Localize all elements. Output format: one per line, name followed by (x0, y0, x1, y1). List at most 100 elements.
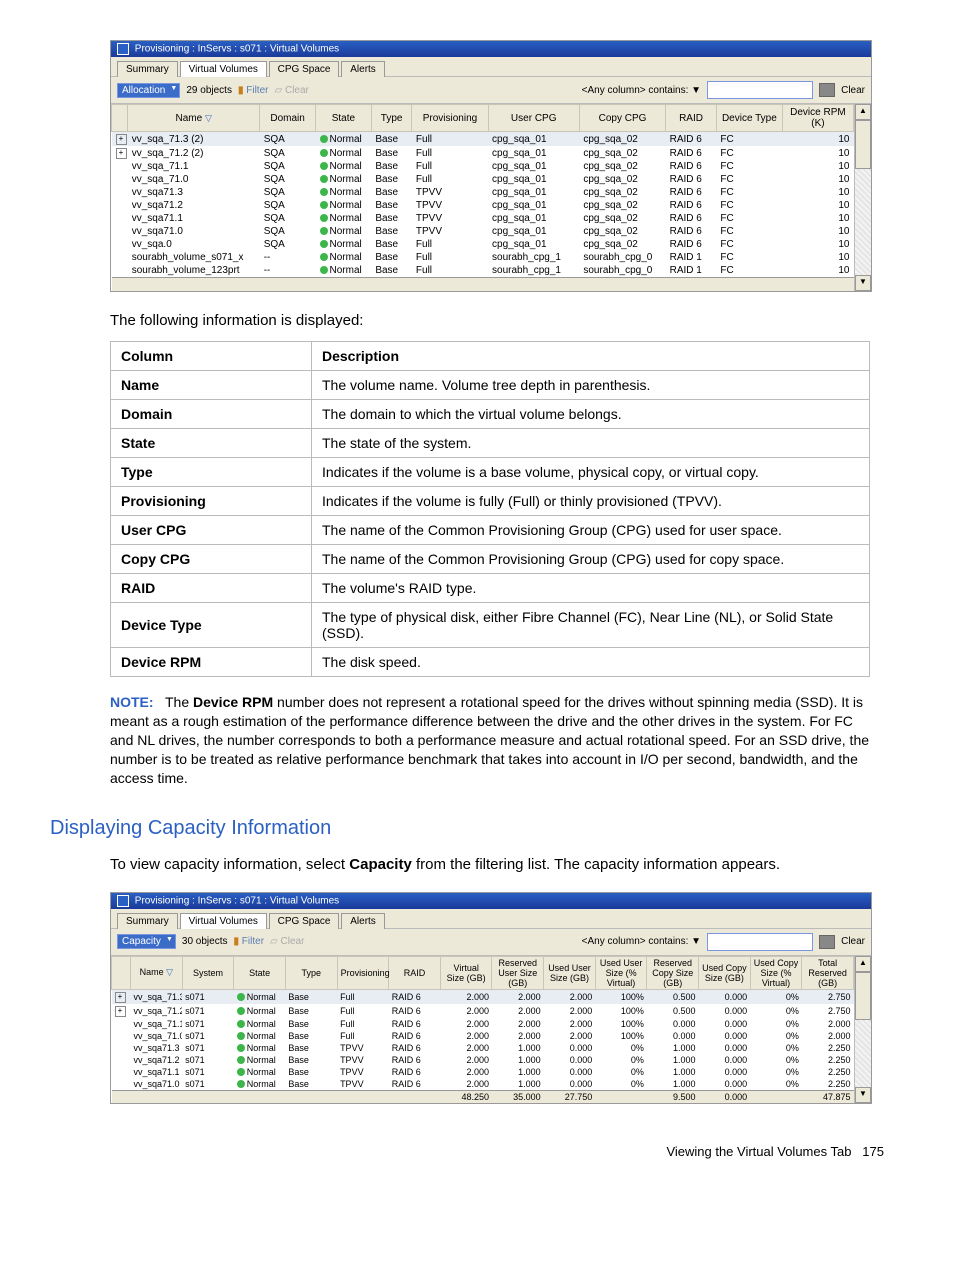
scroll-up-icon[interactable]: ▲ (855, 956, 871, 972)
desc-row: Copy CPGThe name of the Common Provision… (111, 545, 870, 574)
col-11[interactable]: Used Copy Size (GB) (699, 956, 751, 989)
table-row[interactable]: vv_sqa_71.0s071NormalBaseFullRAID 62.000… (112, 1030, 854, 1042)
filter-input-2[interactable] (707, 933, 813, 951)
scroll-down-icon[interactable]: ▼ (855, 275, 871, 291)
state-dot-icon (237, 993, 245, 1001)
tab-summary[interactable]: Summary (117, 61, 178, 77)
col-type[interactable]: Type (371, 105, 412, 132)
tab-alerts-2[interactable]: Alerts (341, 913, 385, 929)
col-user-cpg[interactable]: User CPG (488, 105, 579, 132)
capacity-panel: Provisioning : InServs : s071 : Virtual … (110, 892, 872, 1104)
table-row[interactable]: sourabh_volume_123prt--NormalBaseFullsou… (112, 264, 854, 278)
note-block: NOTE: The Device RPM number does not rep… (110, 693, 870, 787)
object-count-2: 30 objects (182, 936, 228, 947)
right-clear-2[interactable]: Clear (841, 936, 865, 947)
tab-virtual-volumes[interactable]: Virtual Volumes (180, 61, 267, 77)
allocation-table: Name ▽ Domain State Type Provisioning Us… (111, 104, 854, 291)
col-7[interactable]: Reserved User Size (GB) (492, 956, 544, 989)
col-raid[interactable]: RAID (666, 105, 717, 132)
col-0[interactable]: Name ▽ (131, 956, 183, 989)
table-row[interactable]: vv_sqa71.2SQANormalBaseTPVVcpg_sqa_01cpg… (112, 199, 854, 212)
toolbar-2: Capacity 30 objects ▮ Filter ▱ Clear <An… (111, 928, 871, 956)
scroll-thumb[interactable] (855, 120, 871, 169)
table-row[interactable]: vv_sqa_71.1s071NormalBaseFullRAID 62.000… (112, 1018, 854, 1030)
col-device-rpm[interactable]: Device RPM (K) (782, 105, 853, 132)
vertical-scrollbar[interactable]: ▲ ▼ (854, 104, 871, 291)
contains-label-2: <Any column> contains: ▼ (582, 936, 701, 947)
capacity-intro: To view capacity information, select Cap… (110, 855, 870, 875)
table-row[interactable]: vv_sqa71.3s071NormalBaseTPVVRAID 62.0001… (112, 1042, 854, 1054)
clear-link-2[interactable]: ▱ Clear (270, 936, 304, 947)
state-dot-icon (237, 1080, 245, 1088)
col-1[interactable]: System (182, 956, 234, 989)
eraser-icon: ▱ (274, 85, 282, 96)
view-dropdown[interactable]: Allocation (117, 83, 180, 98)
col-10[interactable]: Reserved Copy Size (GB) (647, 956, 699, 989)
table-row[interactable]: vv_sqa71.1s071NormalBaseTPVVRAID 62.0001… (112, 1066, 854, 1078)
table-row[interactable]: vv_sqa71.0s071NormalBaseTPVVRAID 62.0001… (112, 1078, 854, 1091)
filter-input[interactable] (707, 81, 813, 99)
right-clear[interactable]: Clear (841, 85, 865, 96)
col-expand[interactable] (112, 956, 131, 989)
col-4[interactable]: Provisioning (337, 956, 389, 989)
table-row[interactable]: vv_sqa.0SQANormalBaseFullcpg_sqa_01cpg_s… (112, 238, 854, 251)
filter-icon: ▮ (238, 85, 244, 96)
expand-toggle[interactable]: + (116, 134, 127, 145)
scroll-thumb[interactable] (855, 972, 871, 1020)
filter-icon: ▮ (234, 936, 240, 947)
table-row[interactable]: vv_sqa71.2s071NormalBaseTPVVRAID 62.0001… (112, 1054, 854, 1066)
state-dot-icon (320, 214, 328, 222)
tab-summary-2[interactable]: Summary (117, 913, 178, 929)
col-13[interactable]: Total Reserved (GB) (802, 956, 854, 989)
table-row[interactable]: vv_sqa_71.0SQANormalBaseFullcpg_sqa_01cp… (112, 173, 854, 186)
page-footer: Viewing the Virtual Volumes Tab 175 (50, 1144, 904, 1159)
scroll-down-icon[interactable]: ▼ (855, 1087, 871, 1103)
table-row[interactable]: +vv_sqa_71.3 (2)s071NormalBaseFullRAID 6… (112, 989, 854, 1004)
tab-virtual-volumes-2[interactable]: Virtual Volumes (180, 913, 267, 929)
table-row[interactable]: +vv_sqa_71.2 (2)SQANormalBaseFullcpg_sqa… (112, 146, 854, 160)
filter-link[interactable]: ▮ Filter (238, 85, 269, 96)
col-5[interactable]: RAID (389, 956, 441, 989)
view-dropdown-2[interactable]: Capacity (117, 934, 176, 949)
col-2[interactable]: State (234, 956, 286, 989)
table-row[interactable]: +vv_sqa_71.2 (2)s071NormalBaseFullRAID 6… (112, 1004, 854, 1018)
vertical-scrollbar-2[interactable]: ▲ ▼ (854, 956, 871, 1103)
col-provisioning[interactable]: Provisioning (412, 105, 488, 132)
filter-link-2[interactable]: ▮ Filter (234, 936, 265, 947)
state-dot-icon (237, 1068, 245, 1076)
col-9[interactable]: Used User Size (% Virtual) (595, 956, 647, 989)
tab-cpg-space-2[interactable]: CPG Space (269, 913, 340, 929)
table-row[interactable]: vv_sqa_71.1SQANormalBaseFullcpg_sqa_01cp… (112, 160, 854, 173)
sort-desc-icon: ▽ (166, 967, 173, 977)
col-domain[interactable]: Domain (260, 105, 316, 132)
col-3[interactable]: Type (285, 956, 337, 989)
col-8[interactable]: Used User Size (GB) (544, 956, 596, 989)
col-name[interactable]: Name ▽ (128, 105, 260, 132)
tab-cpg-space[interactable]: CPG Space (269, 61, 340, 77)
col-expand[interactable] (112, 105, 128, 132)
col-state[interactable]: State (316, 105, 372, 132)
table-row[interactable]: vv_sqa71.3SQANormalBaseTPVVcpg_sqa_01cpg… (112, 186, 854, 199)
table-row[interactable]: sourabh_volume_s071_x--NormalBaseFullsou… (112, 251, 854, 264)
tab-alerts[interactable]: Alerts (341, 61, 385, 77)
scroll-up-icon[interactable]: ▲ (855, 104, 871, 120)
col-6[interactable]: Virtual Size (GB) (440, 956, 492, 989)
state-dot-icon (320, 175, 328, 183)
window-titlebar-2: Provisioning : InServs : s071 : Virtual … (111, 893, 871, 909)
expand-toggle[interactable]: + (116, 148, 127, 159)
col-copy-cpg[interactable]: Copy CPG (579, 105, 665, 132)
state-dot-icon (237, 1020, 245, 1028)
desc-row: Device RPMThe disk speed. (111, 648, 870, 677)
table-row[interactable]: +vv_sqa_71.3 (2)SQANormalBaseFullcpg_sqa… (112, 132, 854, 147)
expand-toggle[interactable]: + (115, 992, 126, 1003)
table-row[interactable]: vv_sqa71.1SQANormalBaseTPVVcpg_sqa_01cpg… (112, 212, 854, 225)
window-icon (117, 43, 129, 55)
printer-icon-2[interactable] (819, 935, 835, 949)
table-row[interactable]: vv_sqa71.0SQANormalBaseTPVVcpg_sqa_01cpg… (112, 225, 854, 238)
clear-link[interactable]: ▱ Clear (274, 85, 308, 96)
state-dot-icon (320, 135, 328, 143)
col-12[interactable]: Used Copy Size (% Virtual) (750, 956, 802, 989)
printer-icon[interactable] (819, 83, 835, 97)
expand-toggle[interactable]: + (115, 1006, 126, 1017)
col-device-type[interactable]: Device Type (716, 105, 782, 132)
